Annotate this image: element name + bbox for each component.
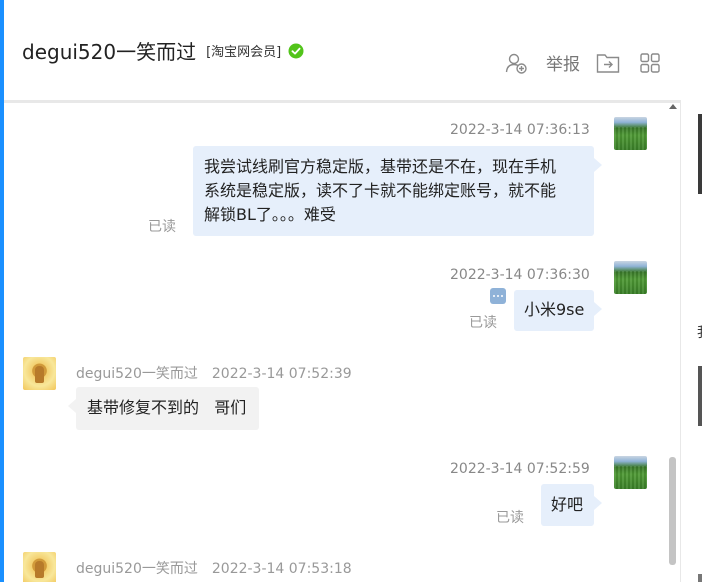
side-panel-text: 我 (697, 322, 702, 342)
header-actions: 举报 (504, 50, 660, 75)
sender-line: degui520一笑而过 2022-3-14 07:52:39 (76, 363, 352, 383)
chat-scrollbar[interactable] (666, 103, 680, 582)
sender-name: degui520一笑而过 (76, 561, 198, 577)
message-text-line: 解锁BL了。。。难受 (204, 205, 336, 224)
sender-line: degui520一笑而过 2022-3-14 07:53:18 (76, 558, 352, 578)
my-avatar[interactable] (614, 117, 647, 150)
contact-avatar[interactable] (23, 357, 56, 390)
grid-apps-icon[interactable] (640, 52, 660, 73)
scrollbar-thumb[interactable] (669, 457, 676, 565)
move-to-folder-icon[interactable] (596, 52, 620, 74)
message-bubble[interactable]: 小米9se (514, 290, 602, 331)
more-dots-icon[interactable] (490, 288, 506, 304)
chat-message-list[interactable]: 2022-3-14 07:36:13 我尝试线刷官方稳定版，基带还是不在，现在手… (4, 103, 666, 582)
sender-name: degui520一笑而过 (76, 366, 198, 382)
add-contact-icon[interactable] (504, 51, 528, 75)
read-status: 已读 (469, 315, 497, 331)
scroll-up-arrow-icon[interactable] (669, 104, 677, 109)
message-text-line: 我尝试线刷官方稳定版，基带还是不在，现在手机 (204, 157, 557, 176)
chat-header: degui520一笑而过 [淘宝网会员] 举报 (4, 0, 702, 100)
message-time: 2022-3-14 07:52:39 (211, 366, 352, 382)
message-time: 2022-3-14 07:36:13 (450, 122, 590, 138)
member-badge: [淘宝网会员] (206, 45, 282, 60)
side-panel-image[interactable] (698, 366, 702, 426)
side-panel-image[interactable] (698, 114, 702, 194)
verified-check-icon (288, 43, 304, 59)
message-time: 2022-3-14 07:52:59 (450, 461, 590, 477)
contact-avatar[interactable] (23, 552, 56, 582)
side-panel-image (698, 574, 702, 582)
my-avatar[interactable] (614, 456, 647, 489)
message-time: 2022-3-14 07:53:18 (211, 561, 352, 577)
read-status: 已读 (496, 510, 524, 526)
message-time: 2022-3-14 07:36:30 (450, 267, 590, 283)
message-bubble[interactable]: 好吧 (541, 484, 602, 526)
report-button[interactable]: 举报 (546, 50, 580, 75)
contact-name[interactable]: degui520一笑而过 (22, 36, 196, 65)
my-avatar[interactable] (614, 261, 647, 294)
header-title: degui520一笑而过 [淘宝网会员] (22, 36, 304, 65)
message-text-line: 系统是稳定版，读不了卡就不能绑定账号，就不能 (204, 181, 557, 200)
message-bubble[interactable]: 基带修复不到的 哥们 (68, 387, 259, 430)
read-status: 已读 (148, 219, 176, 235)
message-bubble[interactable]: 我尝试线刷官方稳定版，基带还是不在，现在手机 系统是稳定版，读不了卡就不能绑定账… (193, 146, 602, 236)
side-panel: 我 (680, 100, 702, 582)
